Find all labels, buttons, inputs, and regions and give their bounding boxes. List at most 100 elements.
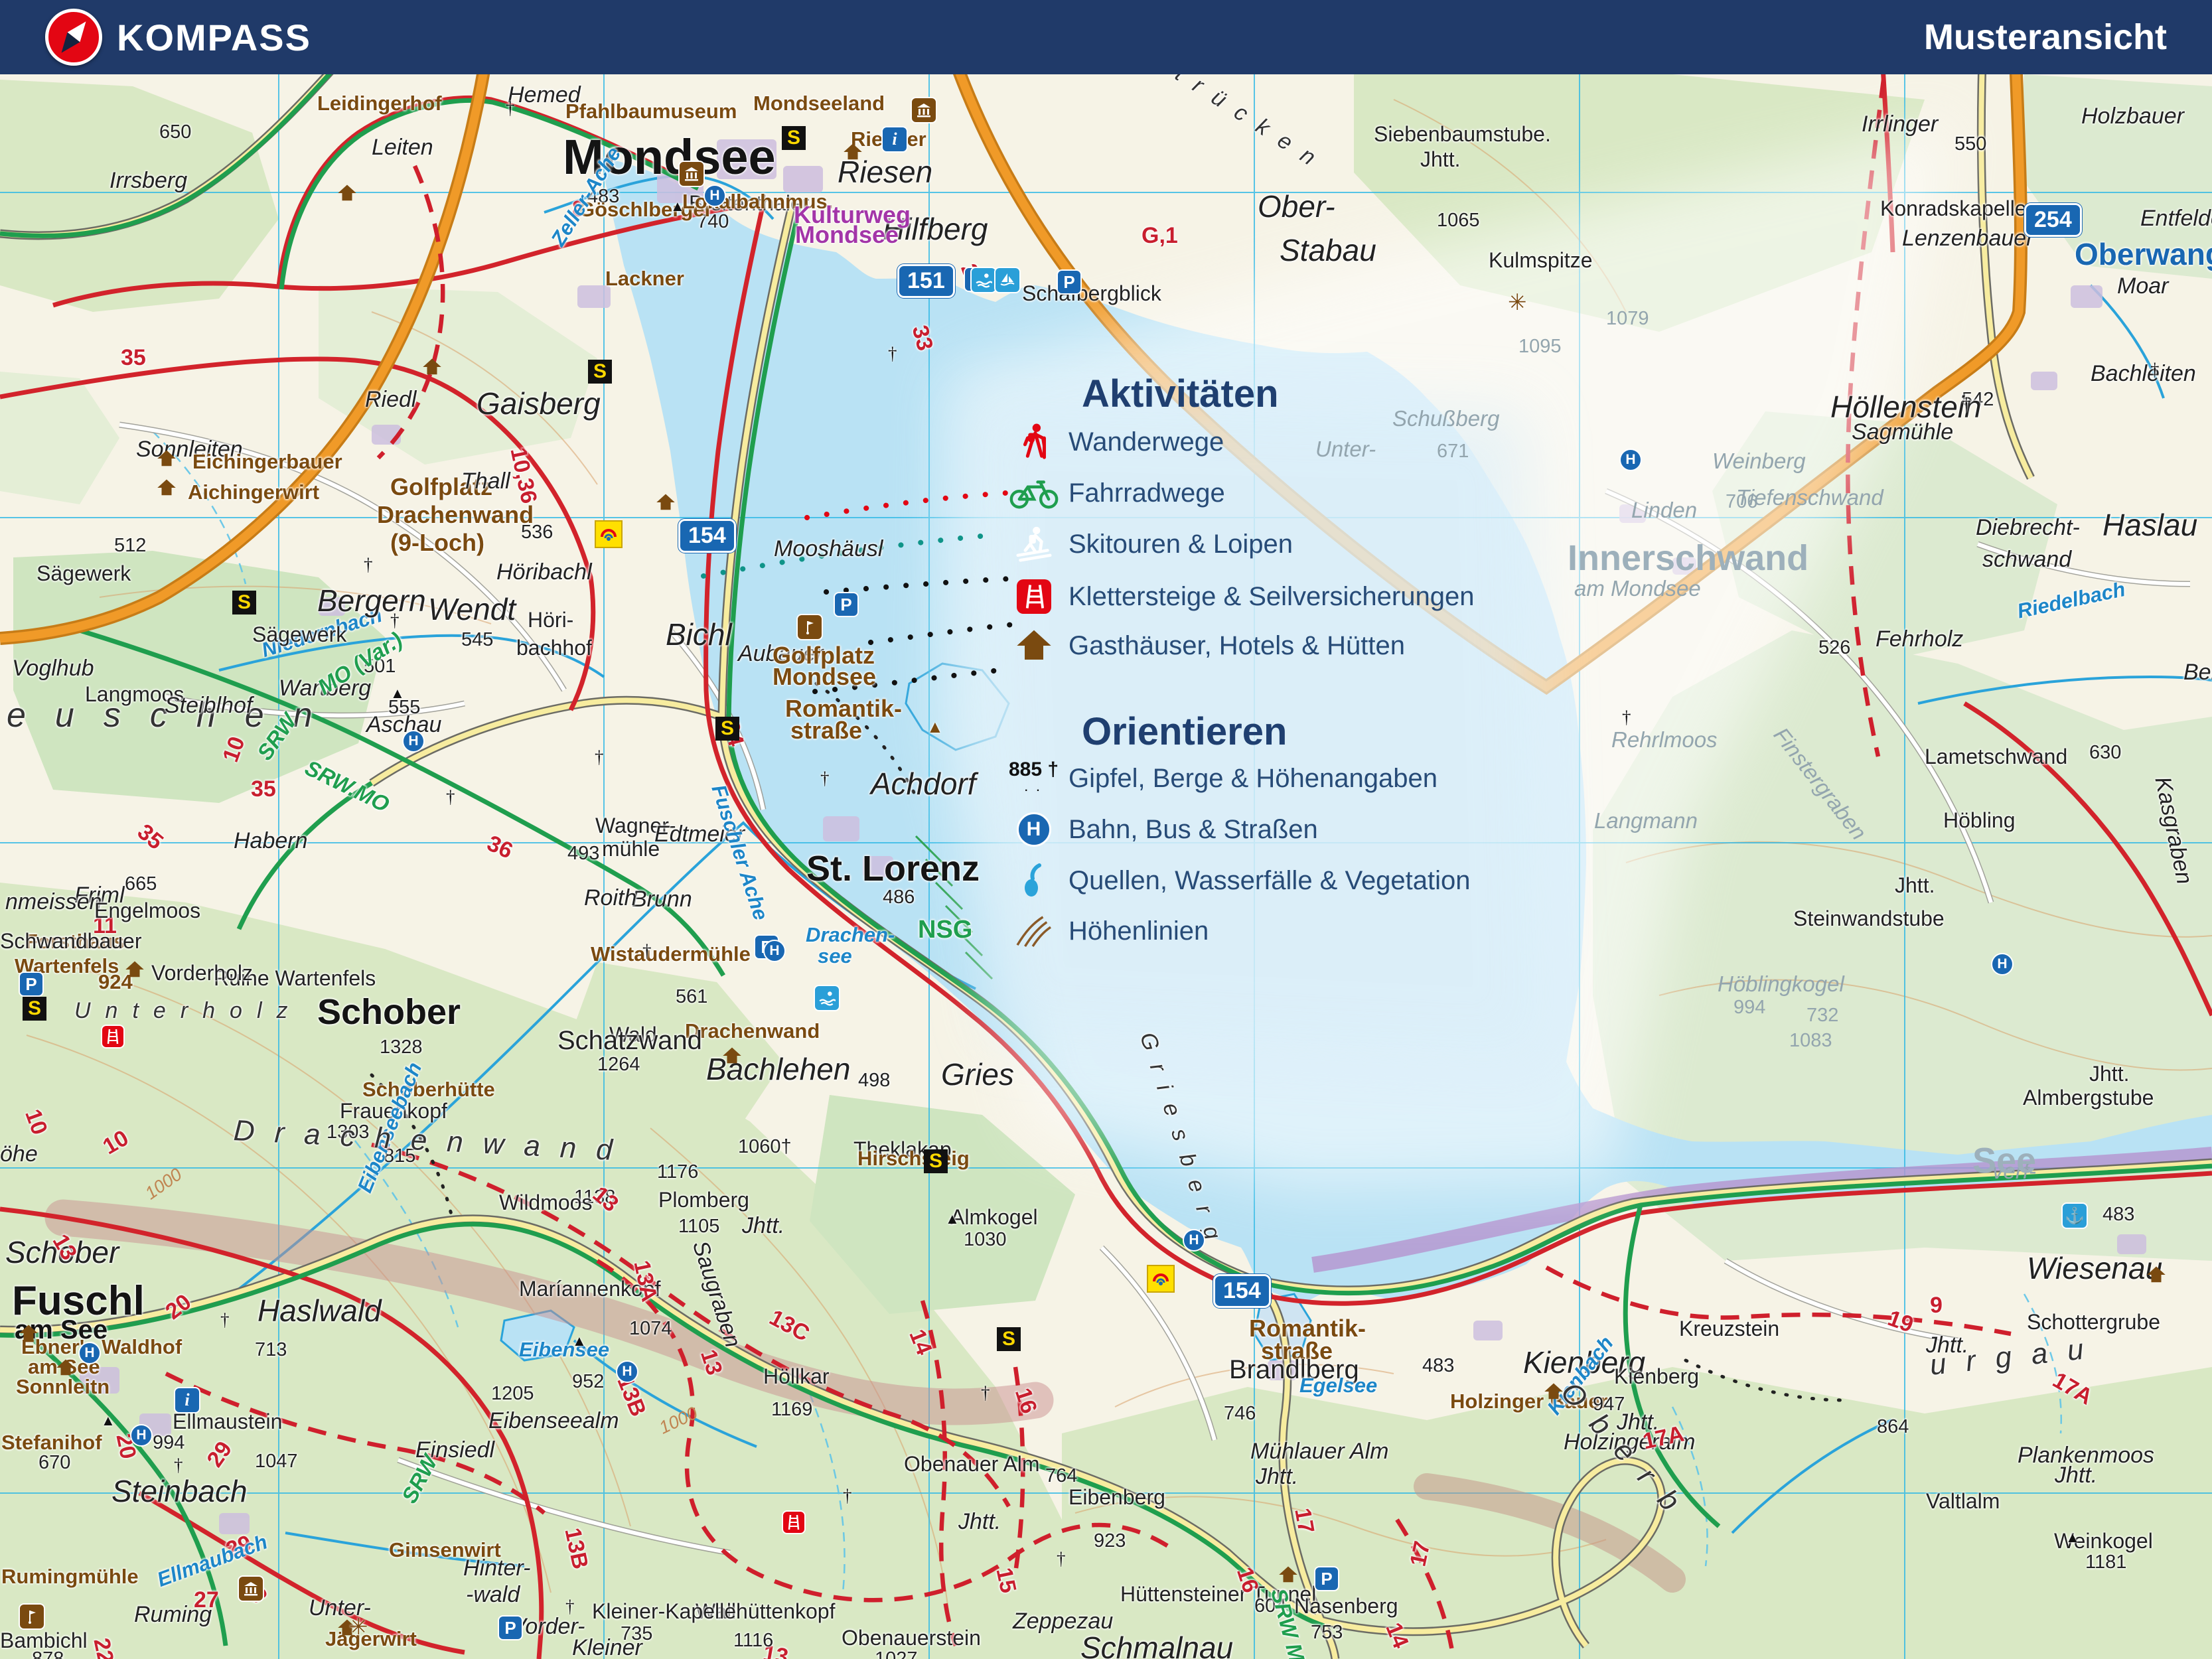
map-label: Jhtt. [958, 1509, 1001, 1534]
map-label: See [1972, 1141, 2037, 1181]
map-label: Leidingerhof [317, 92, 442, 115]
map-label: 22 [88, 1636, 119, 1659]
map-label: Sägewerk [37, 561, 131, 585]
map-label: Entfelden [2140, 206, 2212, 231]
climbing-icon [782, 1510, 806, 1534]
anchor-icon: ⚓ [2061, 1202, 2088, 1229]
map-label: Drachen- [806, 923, 895, 946]
map-label: 878 [32, 1648, 64, 1659]
map-label: Schmalnau [1080, 1630, 1234, 1659]
bus-stop-icon: H [616, 1360, 638, 1383]
map-label: Unterholz [74, 998, 303, 1023]
map-label: Fehrholz [1876, 626, 1964, 652]
map-label: 923 [1094, 1530, 1126, 1551]
parking-icon: P [19, 972, 44, 997]
church-icon: † [1962, 394, 1971, 414]
map-label: am Mondsee [1574, 576, 1701, 601]
map-label: Bichl [666, 617, 732, 652]
map-label: Rumingmühle [1, 1565, 139, 1588]
map-label: Steinbach [111, 1474, 248, 1508]
map-label: 1169 [771, 1399, 813, 1420]
map-label: Roith [584, 885, 637, 910]
info-icon: i [174, 1387, 200, 1413]
map-label: 550 [1954, 133, 1987, 155]
map-label: Schafbergblick [1022, 281, 1161, 305]
map-label: Höblingkogel [1718, 972, 1844, 996]
map-label: 670 [38, 1452, 71, 1473]
bus-stop-icon: H [1183, 1229, 1205, 1252]
church-icon: † [390, 611, 400, 630]
map-label: Haslau [2102, 508, 2198, 542]
church-icon: † [820, 768, 830, 788]
map-label: Eichingerbauer [192, 450, 342, 473]
map-label: Höbling [1943, 808, 2016, 832]
legend-item-label: Fahrradwege [1069, 478, 1225, 508]
parking-icon: P [1057, 269, 1082, 295]
church-icon: † [174, 1455, 183, 1475]
sbahn-icon: S [997, 1327, 1021, 1351]
hut-icon [19, 1325, 38, 1342]
hostel-logo-icon [1147, 1265, 1175, 1293]
map-label: Lametschwand [1925, 745, 2068, 768]
legend-activities-list: Wanderwege Fahrradwege Skitouren & Loipen K… [999, 423, 1474, 662]
map-label: 1027 [875, 1648, 918, 1659]
swim-icon [814, 985, 840, 1011]
map-label: Irrlinger [1862, 111, 1939, 137]
map-label: NSG [918, 916, 973, 944]
hut-icon [56, 1359, 76, 1376]
kompass-compass-icon [45, 9, 102, 66]
hostel-logo-icon [595, 520, 623, 548]
legend-item: Höhenlinien [999, 914, 1474, 948]
map-label: 665 [125, 873, 157, 895]
legend-item: Klettersteige & Seilversicherungen [999, 579, 1474, 614]
map-label: 1176 [657, 1161, 699, 1183]
brand-name: KOMPASS [117, 16, 311, 58]
legend-item-label: Gipfel, Berge & Höhenangaben [1069, 763, 1438, 793]
map-label: Kreuzstein [1679, 1317, 1780, 1340]
map-label: Eibenberg [1069, 1485, 1165, 1509]
windrose-icon: ✳ [349, 1615, 368, 1640]
legend-orientation-title: Orientieren [1082, 710, 1288, 753]
map-label: Brunn [632, 887, 692, 912]
map-label: Jhtt. [1420, 147, 1461, 171]
map-label: straße [790, 717, 863, 744]
map-label: Mondsee [773, 663, 877, 690]
map-label: 536 [521, 522, 553, 543]
map-label: Haslwald [258, 1293, 382, 1328]
map-label: 483 [1422, 1355, 1455, 1376]
map-label: Jhtt. [1895, 873, 1935, 897]
hut-icon [125, 961, 145, 978]
map-label: Schober [317, 992, 461, 1032]
hut-icon [157, 450, 177, 467]
sbahn-icon: S [924, 1149, 948, 1173]
sailing-icon [994, 267, 1021, 293]
map-label: Lackner [605, 267, 684, 290]
map-label: 498 [858, 1070, 891, 1091]
peak-icon: ▲ [572, 1333, 587, 1349]
map-label: Bergern [317, 583, 426, 618]
map-label: 9 [1930, 1293, 1943, 1318]
map-label: 512 [114, 535, 147, 556]
map-label: nmeissen [5, 889, 102, 914]
map-label: Wistaudermühle [591, 942, 751, 966]
golf-icon [19, 1603, 45, 1630]
legend-item: Wanderwege [999, 423, 1474, 461]
contour-icon [999, 914, 1069, 948]
map-label: Eibensee [519, 1338, 610, 1361]
map-label: Habern [234, 828, 308, 853]
map-label: Valtlalm [1926, 1489, 2000, 1513]
map-label: Tiefenschwand [1736, 485, 1883, 510]
map-label: 994 [153, 1432, 185, 1453]
church-icon: † [1622, 707, 1631, 727]
map-label: Engelmoos [94, 899, 201, 922]
map-label: Kulmspitze [1489, 248, 1593, 272]
hut-icon [843, 143, 863, 161]
bus-stop-icon: H [999, 812, 1069, 847]
golf-icon [796, 614, 823, 640]
legend-item: Fahrradwege [999, 477, 1474, 509]
map-label: Schatzwand [557, 1026, 702, 1055]
map-label: Leiten [372, 135, 433, 160]
bus-stop-icon: H [1619, 449, 1642, 471]
church-icon: † [446, 787, 455, 807]
map-label: 650 [159, 121, 192, 143]
